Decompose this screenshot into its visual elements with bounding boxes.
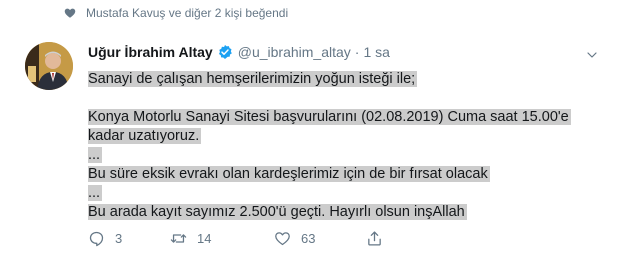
like-count: 63 <box>301 231 316 246</box>
tweet-line: ... <box>88 185 103 201</box>
tweet-actions: 3 14 63 <box>88 230 393 247</box>
tweet-text: Sanayi de çalışan hemşerilerimizin yoğun… <box>88 70 586 222</box>
reply-count: 3 <box>115 231 123 246</box>
tweet-header: Uğur İbrahim Altay @u_ibrahim_altay · 1 … <box>88 44 390 60</box>
social-context[interactable]: Mustafa Kavuş ve diğer 2 kişi beğendi <box>64 6 288 20</box>
tweet-timestamp[interactable]: 1 sa <box>363 44 389 60</box>
tweet-line: ... <box>88 147 103 163</box>
heart-icon <box>64 8 76 18</box>
share-icon <box>368 231 381 246</box>
like-button[interactable]: 63 <box>274 230 366 247</box>
avatar-image <box>25 42 73 90</box>
social-context-text: Mustafa Kavuş ve diğer 2 kişi beğendi <box>86 6 289 20</box>
retweet-button[interactable]: 14 <box>170 230 274 247</box>
tweet-line: Bu arada kayıt sayımız 2.500'ü geçti. Ha… <box>88 204 467 220</box>
retweet-count: 14 <box>197 231 212 246</box>
chevron-down-icon[interactable] <box>586 49 598 61</box>
tweet-line: Bu süre eksik evrakı olan kardeşlerimiz … <box>88 166 490 182</box>
heart-outline-icon <box>275 232 290 246</box>
verified-badge-icon <box>218 45 232 59</box>
avatar[interactable] <box>25 42 73 90</box>
retweet-icon <box>170 234 187 243</box>
tweet-line: Konya Motorlu Sanayi Sitesi başvuruların… <box>88 109 571 125</box>
reply-icon <box>89 231 104 247</box>
author-name[interactable]: Uğur İbrahim Altay <box>88 44 213 60</box>
separator-dot: · <box>354 44 360 60</box>
share-button[interactable] <box>366 230 393 247</box>
author-handle[interactable]: @u_ibrahim_altay <box>238 44 351 60</box>
tweet-line: kadar uzatıyoruz. <box>88 128 202 144</box>
tweet-line: Sanayi de çalışan hemşerilerimizin yoğun… <box>88 71 418 87</box>
reply-button[interactable]: 3 <box>88 230 170 247</box>
